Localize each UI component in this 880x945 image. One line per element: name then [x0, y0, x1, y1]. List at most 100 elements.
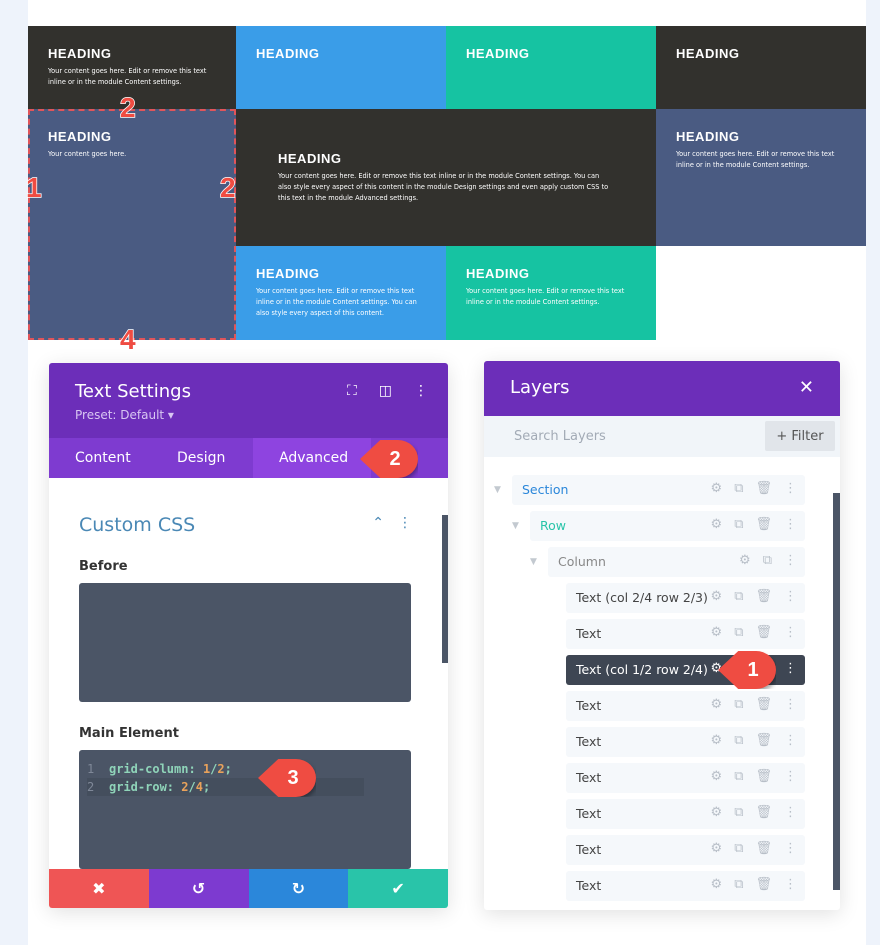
trash-icon[interactable]: 🗑 [755, 805, 772, 820]
save-button[interactable]: ✔ [348, 869, 448, 908]
settings-header: Text Settings Preset: Default ▾ ⛶ ◫ ⋮ [49, 363, 448, 438]
chevron-up-icon[interactable]: ⌃ [372, 515, 384, 531]
cell-text: Your content goes here. [48, 150, 127, 158]
gear-icon[interactable]: ⚙ [711, 481, 723, 496]
layer-item[interactable]: Section ⚙ ⧉ 🗑 ⋮ [512, 475, 805, 505]
more-icon[interactable]: ⋮ [784, 661, 797, 676]
trash-icon[interactable]: 🗑 [755, 481, 772, 496]
layer-item[interactable]: Text ⚙ ⧉ 🗑 ⋮ [566, 835, 805, 865]
trash-icon[interactable]: 🗑 [755, 769, 772, 784]
duplicate-icon[interactable]: ⧉ [734, 805, 743, 820]
gear-icon[interactable]: ⚙ [711, 589, 723, 604]
grid-cell[interactable]: HEADING [656, 26, 866, 109]
grid-cell[interactable]: HEADING Your content goes here. Edit or r… [656, 109, 866, 246]
main-element-css-editor[interactable]: 1 grid-column: 1/2; 2 grid-row: 2/4; [79, 750, 411, 869]
undo-button[interactable]: ↺ [148, 869, 249, 908]
more-icon[interactable]: ⋮ [398, 515, 412, 531]
trash-icon[interactable]: 🗑 [755, 625, 772, 640]
layer-label: Text [576, 770, 602, 785]
more-icon[interactable]: ⋮ [784, 553, 797, 568]
trash-icon[interactable]: 🗑 [755, 877, 772, 892]
grid-cell-selected[interactable]: HEADING Your content goes here. [28, 109, 236, 340]
more-icon[interactable]: ⋮ [784, 625, 797, 640]
expand-toggle-icon[interactable]: ▼ [530, 557, 537, 567]
custom-css-heading[interactable]: Custom CSS [79, 514, 195, 536]
trash-icon[interactable]: 🗑 [755, 589, 772, 604]
tab-design[interactable]: Design [151, 438, 253, 478]
more-icon[interactable]: ⋮ [784, 697, 797, 712]
before-css-editor[interactable] [79, 583, 411, 702]
more-icon[interactable]: ⋮ [784, 589, 797, 604]
code-line: 1 grid-column: 1/2; [87, 762, 232, 776]
expand-toggle-icon[interactable]: ▼ [512, 521, 519, 531]
layer-item[interactable]: Text ⚙ ⧉ 🗑 ⋮ [566, 619, 805, 649]
tab-advanced[interactable]: Advanced [253, 438, 371, 478]
grid-cell[interactable]: HEADING Your content goes here. Edit or r… [236, 246, 446, 340]
layer-label: Text [576, 806, 602, 821]
cell-text: Your content goes here. Edit or remove t… [466, 287, 625, 306]
duplicate-icon[interactable]: ⧉ [734, 877, 743, 892]
grid-cell[interactable]: HEADING [236, 26, 446, 109]
layer-item[interactable]: Text (col 2/4 row 2/3) ⚙ ⧉ 🗑 ⋮ [566, 583, 805, 613]
gear-icon[interactable]: ⚙ [739, 553, 751, 568]
more-icon[interactable]: ⋮ [784, 733, 797, 748]
more-icon[interactable]: ⋮ [784, 517, 797, 532]
gear-icon[interactable]: ⚙ [711, 697, 723, 712]
layer-item[interactable]: Text ⚙ ⧉ 🗑 ⋮ [566, 763, 805, 793]
gear-icon[interactable]: ⚙ [711, 877, 723, 892]
layer-item[interactable]: Text ⚙ ⧉ 🗑 ⋮ [566, 691, 805, 721]
close-icon[interactable]: ✕ [799, 377, 814, 398]
more-icon[interactable]: ⋮ [414, 383, 428, 399]
grid-cell[interactable]: HEADING Your content goes here. Edit or r… [236, 109, 656, 246]
gear-icon[interactable]: ⚙ [711, 769, 723, 784]
marker-right: 2 [219, 171, 236, 204]
grid-cell[interactable]: HEADING [446, 26, 656, 109]
grid-cell[interactable]: HEADING Your content goes here. Edit or r… [446, 246, 656, 340]
preset-dropdown[interactable]: Preset: Default ▾ [75, 408, 422, 422]
scrollbar[interactable] [442, 515, 448, 663]
duplicate-icon[interactable]: ⧉ [734, 733, 743, 748]
more-icon[interactable]: ⋮ [784, 769, 797, 784]
gear-icon[interactable]: ⚙ [711, 733, 723, 748]
more-icon[interactable]: ⋮ [784, 841, 797, 856]
duplicate-icon[interactable]: ⧉ [734, 481, 743, 496]
duplicate-icon[interactable]: ⧉ [734, 697, 743, 712]
layer-label: Text [576, 842, 602, 857]
fullscreen-icon[interactable]: ⛶ [347, 383, 357, 399]
layer-item[interactable]: Row ⚙ ⧉ 🗑 ⋮ [530, 511, 805, 541]
gear-icon[interactable]: ⚙ [711, 517, 723, 532]
layer-item[interactable]: Column ⚙ ⧉ ⋮ [548, 547, 805, 577]
layer-label: Text [576, 878, 602, 893]
split-view-icon[interactable]: ◫ [379, 383, 392, 399]
tab-content[interactable]: Content [49, 438, 151, 478]
duplicate-icon[interactable]: ⧉ [734, 589, 743, 604]
filter-button[interactable]: + Filter [765, 421, 835, 451]
cancel-button[interactable]: ✖ [49, 869, 149, 908]
duplicate-icon[interactable]: ⧉ [734, 841, 743, 856]
trash-icon[interactable]: 🗑 [755, 697, 772, 712]
duplicate-icon[interactable]: ⧉ [734, 625, 743, 640]
cell-heading: HEADING [676, 129, 740, 144]
more-icon[interactable]: ⋮ [784, 481, 797, 496]
more-icon[interactable]: ⋮ [784, 877, 797, 892]
layer-item[interactable]: Text ⚙ ⧉ 🗑 ⋮ [566, 871, 805, 901]
gear-icon[interactable]: ⚙ [711, 805, 723, 820]
layer-label: Column [558, 554, 606, 569]
duplicate-icon[interactable]: ⧉ [763, 553, 772, 568]
expand-toggle-icon[interactable]: ▼ [494, 485, 501, 495]
duplicate-icon[interactable]: ⧉ [734, 769, 743, 784]
cell-heading: HEADING [278, 151, 342, 166]
gear-icon[interactable]: ⚙ [711, 625, 723, 640]
trash-icon[interactable]: 🗑 [755, 517, 772, 532]
layer-item[interactable]: Text ⚙ ⧉ 🗑 ⋮ [566, 727, 805, 757]
gear-icon[interactable]: ⚙ [711, 841, 723, 856]
search-layers-input[interactable]: Search Layers [514, 429, 606, 444]
scrollbar[interactable] [833, 493, 840, 890]
redo-button[interactable]: ↻ [248, 869, 349, 908]
more-icon[interactable]: ⋮ [784, 805, 797, 820]
layer-item[interactable]: Text ⚙ ⧉ 🗑 ⋮ [566, 799, 805, 829]
duplicate-icon[interactable]: ⧉ [734, 517, 743, 532]
layer-label: Section [522, 482, 569, 497]
trash-icon[interactable]: 🗑 [755, 733, 772, 748]
trash-icon[interactable]: 🗑 [755, 841, 772, 856]
